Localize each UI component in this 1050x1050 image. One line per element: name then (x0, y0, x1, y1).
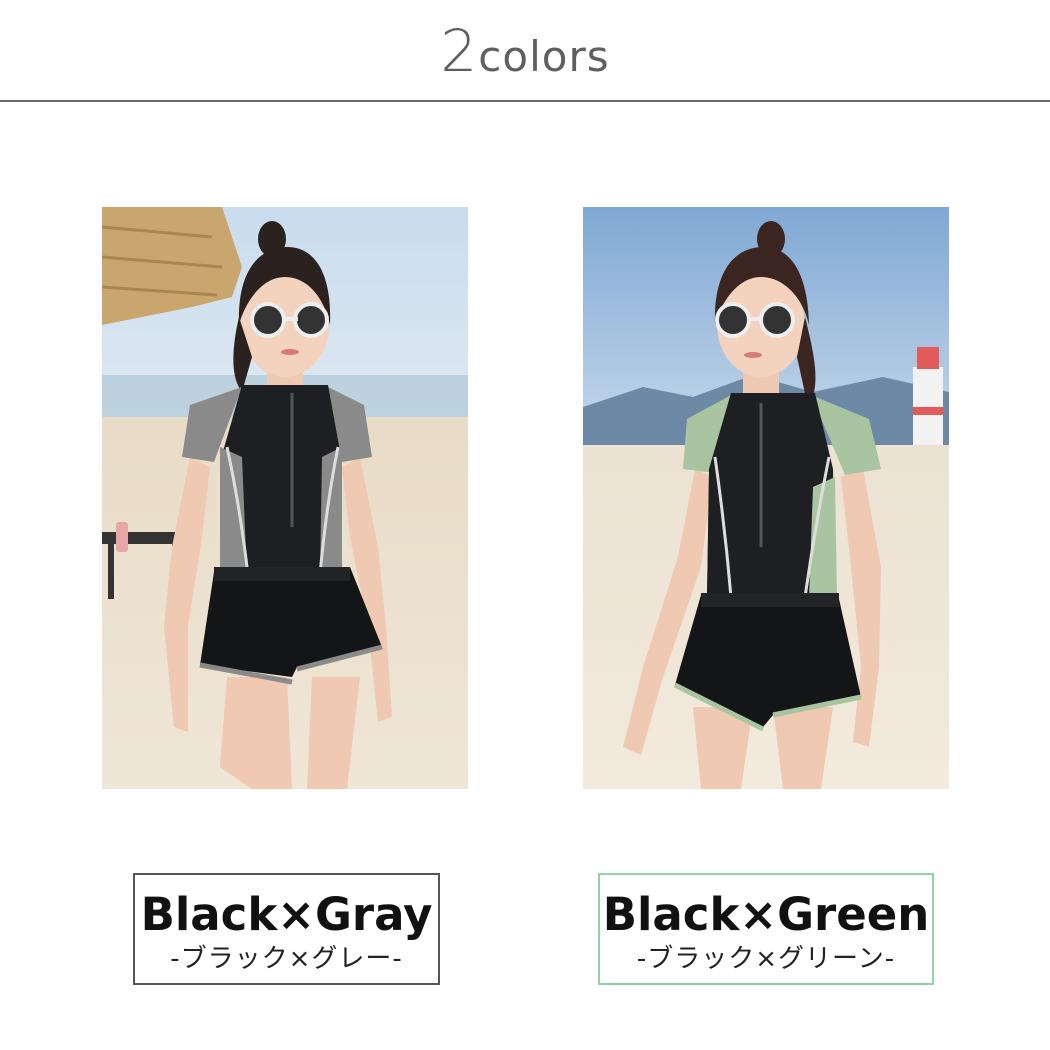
variant-label-black-gray: Black×Gray -ブラック×グレー- (133, 873, 440, 985)
product-photo-black-gray (102, 207, 468, 789)
variant-name-en: Black×Gray (140, 888, 433, 941)
variant-name-en: Black×Green (602, 888, 930, 941)
color-count: 2 (440, 17, 479, 85)
page-title: 2colors (0, 22, 1050, 80)
colors-word: colors (478, 32, 610, 81)
header-divider (0, 100, 1050, 102)
variant-name-jp: -ブラック×グリーン- (636, 944, 896, 974)
photo-illustration (102, 207, 468, 789)
variant-label-black-green: Black×Green -ブラック×グリーン- (598, 873, 934, 985)
photo-illustration (583, 207, 949, 789)
variant-name-jp: -ブラック×グレー- (170, 944, 403, 974)
product-photo-black-green (583, 207, 949, 789)
